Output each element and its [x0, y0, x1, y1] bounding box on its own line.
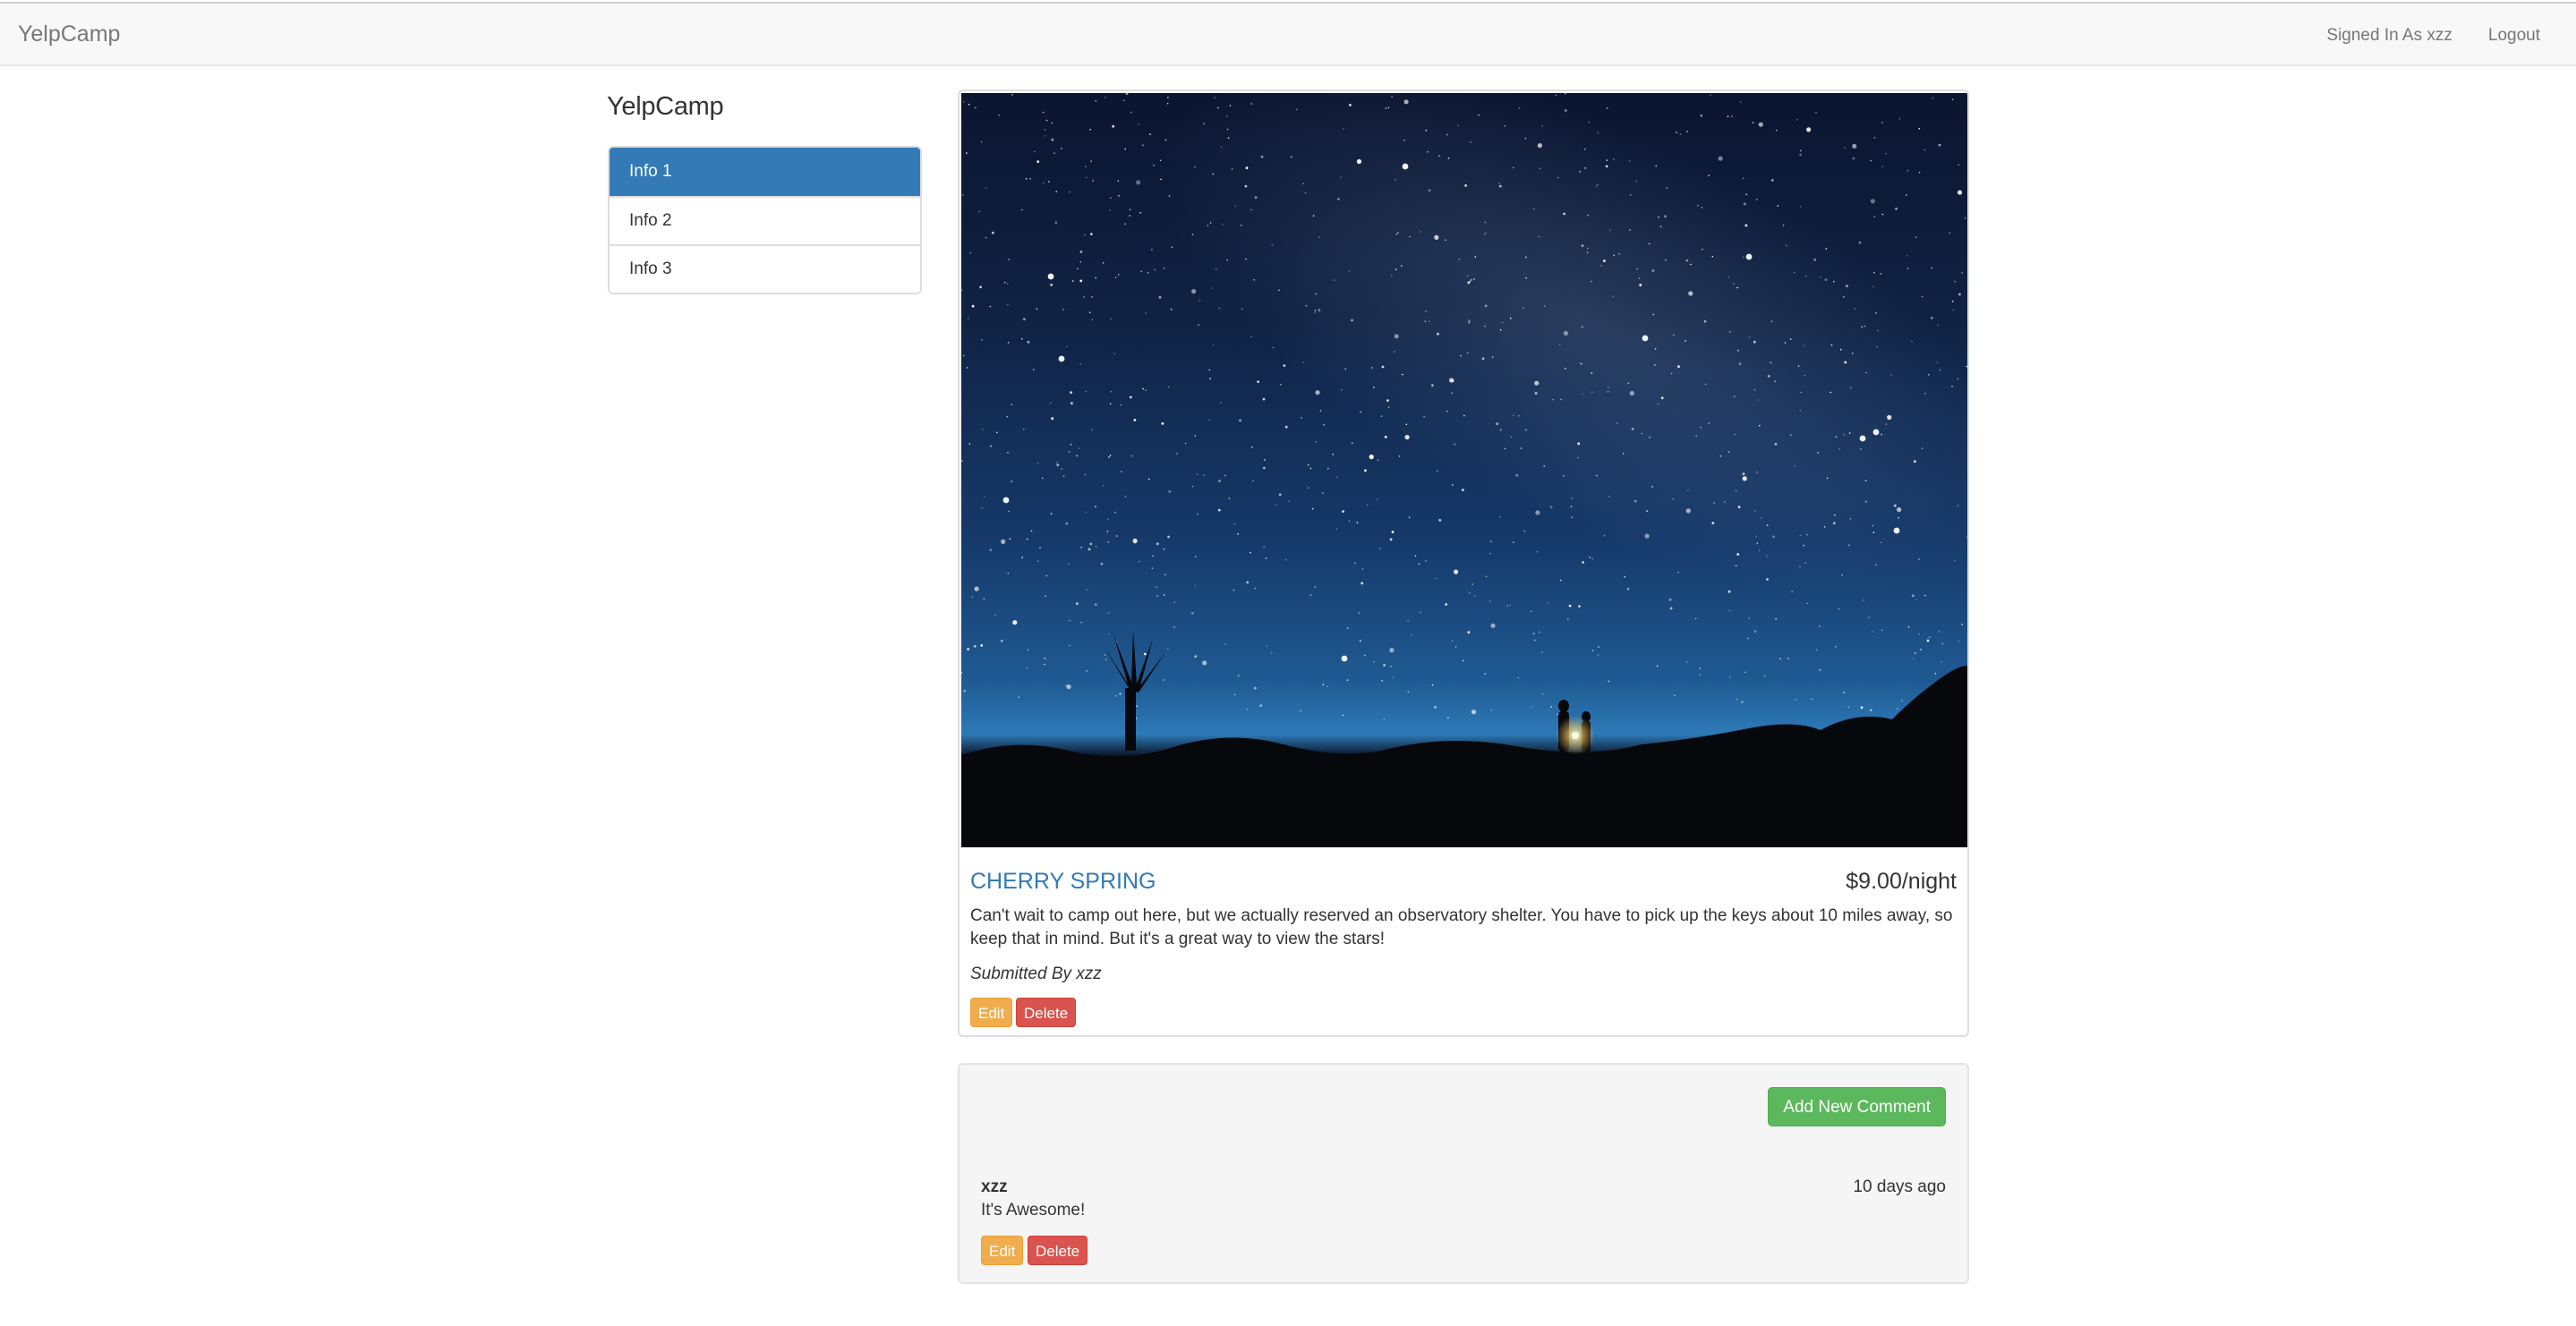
sidebar-item-info-1[interactable]: Info 1: [610, 148, 920, 196]
logout-link[interactable]: Logout: [2488, 26, 2540, 46]
campground-name-link[interactable]: CHERRY SPRING: [970, 868, 1156, 895]
edit-comment-button[interactable]: Edit: [981, 1236, 1024, 1265]
signed-in-link[interactable]: Signed In As xzz: [2326, 26, 2452, 46]
top-navbar: YelpCamp Signed In As xzz Logout: [0, 2, 2576, 66]
comment-timestamp: 10 days ago: [1853, 1177, 1946, 1196]
comment-author: xzz: [981, 1177, 1008, 1196]
navbar-right: Signed In As xzz Logout: [2326, 4, 2540, 68]
night-sky-illustration: [961, 93, 1967, 847]
edit-campground-button[interactable]: Edit: [970, 998, 1013, 1027]
add-comment-button[interactable]: Add New Comment: [1768, 1087, 1946, 1126]
comments-section: Add New Comment xzz 10 days ago It's Awe…: [958, 1063, 1969, 1284]
campground-description: Can't wait to camp out here, but we actu…: [970, 906, 1953, 948]
campground-price: $9.00/night: [1846, 869, 1957, 894]
delete-comment-button[interactable]: Delete: [1028, 1236, 1088, 1265]
campground-submitted-by: Submitted By xzz: [970, 965, 1102, 983]
campground-image: [961, 93, 1967, 847]
sidebar-title: YelpCamp: [607, 92, 724, 121]
sidebar-item-info-2[interactable]: Info 2: [610, 196, 920, 244]
sidebar-item-info-3[interactable]: Info 3: [610, 244, 920, 293]
campground-card: CHERRY SPRING $9.00/night Can't wait to …: [958, 89, 1969, 1037]
delete-campground-button[interactable]: Delete: [1016, 998, 1077, 1027]
comment-text: It's Awesome!: [981, 1201, 1086, 1220]
sidebar-list: Info 1 Info 2 Info 3: [608, 146, 922, 294]
navbar-brand[interactable]: YelpCamp: [18, 21, 120, 47]
